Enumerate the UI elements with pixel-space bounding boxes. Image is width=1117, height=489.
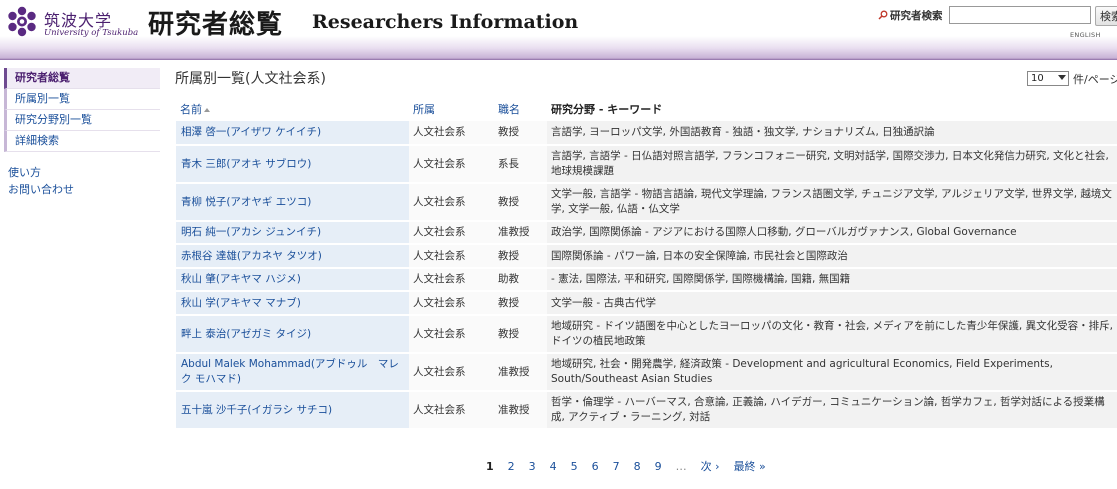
table-row: Abdul Malek Mohammad(アブドゥル マレク モハマド) 人文社会…: [176, 353, 1117, 392]
page-ellipsis: …: [675, 460, 687, 473]
affiliation-cell: 人文社会系: [409, 145, 494, 184]
tsukuba-logo-icon: [8, 6, 36, 37]
affiliation-cell: 人文社会系: [409, 121, 494, 146]
site-title-en: Researchers Information: [312, 11, 579, 33]
position-cell: 教授: [494, 291, 547, 316]
table-row: 秋山 肇(アキヤマ ハジメ) 人文社会系 助教 - 憲法, 国際法, 平和研究, 国際…: [176, 268, 1117, 292]
table-row: 五十嵐 沙千子(イガラシ サチコ) 人文社会系 准教授 哲学・倫理学 - ハーバーマス…: [176, 391, 1117, 430]
researcher-name-link[interactable]: 畔上 泰治(アゼガミ タイジ): [176, 315, 409, 354]
affiliation-cell: 人文社会系: [409, 291, 494, 316]
next-page-link[interactable]: 次 ›: [701, 458, 720, 474]
column-header-keywords: 研究分野 - キーワード: [551, 103, 663, 116]
affiliation-cell: 人文社会系: [409, 244, 494, 269]
keywords-cell: 言語学, 言語学 - 日仏語対照言語学, フランコフォニー研究, 文明対話学, …: [547, 145, 1117, 184]
table-row: 明石 純一(アカシ ジュンイチ) 人文社会系 准教授 政治学, 国際関係論 - アジア…: [176, 221, 1117, 245]
sidebar-item-by-field[interactable]: 研究分野別一覧: [4, 110, 160, 131]
page-current: 1: [486, 460, 494, 473]
per-page-suffix: 件/ページ: [1073, 73, 1117, 86]
keywords-cell: 文学一般 - 古典古代学: [547, 291, 1117, 316]
researchers-table: 名前 所属 職名 研究分野 - キーワード 相澤 啓一(アイザワ ケイイチ) 人文…: [176, 97, 1117, 430]
table-row: 青木 三郎(アオキ サブロウ) 人文社会系 系長 言語学, 言語学 - 日仏語対照言語…: [176, 145, 1117, 184]
affiliation-cell: 人文社会系: [409, 353, 494, 392]
position-cell: 准教授: [494, 391, 547, 430]
keywords-cell: 哲学・倫理学 - ハーバーマス, 合意論, 正義論, ハイデガー, コミュニケー…: [547, 391, 1117, 430]
position-cell: 教授: [494, 315, 547, 354]
column-header-affiliation[interactable]: 所属: [409, 97, 494, 121]
affiliation-cell: 人文社会系: [409, 268, 494, 292]
page-link[interactable]: 8: [634, 460, 641, 473]
researcher-name-link[interactable]: 相澤 啓一(アイザワ ケイイチ): [176, 121, 409, 146]
affiliation-cell: 人文社会系: [409, 183, 494, 222]
search-input[interactable]: [949, 6, 1091, 24]
header-bar: 筑波大学 University of Tsukuba 研究者総覧 Researc…: [0, 0, 1117, 60]
page-link[interactable]: 6: [592, 460, 599, 473]
pagination: 1 2 3 4 5 6 7 8 9 … 次 › 最終 »: [486, 458, 780, 474]
position-cell: 教授: [494, 244, 547, 269]
university-logo[interactable]: 筑波大学 University of Tsukuba: [4, 4, 138, 40]
sidebar: 研究者総覧 所属別一覧 研究分野別一覧 詳細検索 使い方 お問い合わせ: [4, 68, 160, 198]
page-link[interactable]: 4: [550, 460, 557, 473]
position-cell: 教授: [494, 121, 547, 146]
researcher-name-link[interactable]: 明石 純一(アカシ ジュンイチ): [176, 221, 409, 245]
researcher-name-link[interactable]: Abdul Malek Mohammad(アブドゥル マレク モハマド): [176, 353, 409, 392]
keywords-cell: 言語学, ヨーロッパ文学, 外国語教育 - 独語・独文学, ナショナリズム, 日…: [547, 121, 1117, 146]
per-page-value: 10: [1031, 73, 1044, 84]
sidebar-item-advanced-search[interactable]: 詳細検索: [4, 131, 160, 152]
sidebar-link-contact[interactable]: お問い合わせ: [4, 181, 160, 198]
per-page-select[interactable]: 10: [1027, 71, 1069, 86]
page-link[interactable]: 9: [655, 460, 662, 473]
researcher-name-link[interactable]: 青木 三郎(アオキ サブロウ): [176, 145, 409, 184]
search-icon: [878, 10, 888, 20]
page-link[interactable]: 2: [508, 460, 515, 473]
researcher-name-link[interactable]: 青柳 悦子(アオヤギ エツコ): [176, 183, 409, 222]
affiliation-cell: 人文社会系: [409, 315, 494, 354]
position-cell: 教授: [494, 183, 547, 222]
sidebar-link-how-to-use[interactable]: 使い方: [4, 164, 160, 181]
sort-asc-icon: [204, 108, 210, 112]
english-link[interactable]: ENGLISH: [1070, 31, 1101, 39]
last-page-link[interactable]: 最終 »: [734, 458, 766, 474]
site-title-jp: 研究者総覧: [148, 10, 284, 40]
position-cell: 准教授: [494, 353, 547, 392]
researcher-name-link[interactable]: 秋山 学(アキヤマ マナブ): [176, 291, 409, 316]
search-button[interactable]: 検索: [1095, 6, 1117, 26]
table-row: 赤根谷 達雄(アカネヤ タツオ) 人文社会系 教授 国際関係論 - パワー論, 日本の…: [176, 244, 1117, 269]
sidebar-item-by-affiliation[interactable]: 所属別一覧: [4, 89, 160, 110]
column-header-position[interactable]: 職名: [494, 97, 547, 121]
table-row: 相澤 啓一(アイザワ ケイイチ) 人文社会系 教授 言語学, ヨーロッパ文学, 外国語…: [176, 121, 1117, 146]
table-header-row: 名前 所属 職名 研究分野 - キーワード: [176, 97, 1117, 121]
position-cell: 助教: [494, 268, 547, 292]
researcher-name-link[interactable]: 秋山 肇(アキヤマ ハジメ): [176, 268, 409, 292]
table-row: 青柳 悦子(アオヤギ エツコ) 人文社会系 教授 文学一般, 言語学 - 物語言語論,…: [176, 183, 1117, 222]
researcher-name-link[interactable]: 赤根谷 達雄(アカネヤ タツオ): [176, 244, 409, 269]
keywords-cell: 国際関係論 - パワー論, 日本の安全保障論, 市民社会と国際政治: [547, 244, 1117, 269]
table-row: 畔上 泰治(アゼガミ タイジ) 人文社会系 教授 地域研究 - ドイツ語圏を中心とした…: [176, 315, 1117, 354]
sidebar-item-researchers-overview[interactable]: 研究者総覧: [4, 68, 160, 89]
keywords-cell: 地域研究 - ドイツ語圏を中心としたヨーロッパの文化・教育・社会, メディアを前…: [547, 315, 1117, 354]
search-label: 研究者検索: [890, 10, 943, 22]
keywords-cell: - 憲法, 国際法, 平和研究, 国際関係学, 国際機構論, 国籍, 無国籍: [547, 268, 1117, 292]
affiliation-cell: 人文社会系: [409, 391, 494, 430]
logo-text-en: University of Tsukuba: [44, 28, 139, 38]
keywords-cell: 文学一般, 言語学 - 物語言語論, 現代文学理論, フランス語圏文学, チュニ…: [547, 183, 1117, 222]
keywords-cell: 政治学, 国際関係論 - アジアにおける国際人口移動, グローバルガヴァナンス,…: [547, 221, 1117, 245]
position-cell: 准教授: [494, 221, 547, 245]
page-link[interactable]: 3: [529, 460, 536, 473]
page-link[interactable]: 5: [571, 460, 578, 473]
chevron-down-icon: [1058, 75, 1066, 80]
keywords-cell: 地域研究, 社会・開発農学, 経済政策 - Development and ag…: [547, 353, 1117, 392]
page-title: 所属別一覧(人文社会系): [175, 71, 326, 87]
researchers-table-body: 相澤 啓一(アイザワ ケイイチ) 人文社会系 教授 言語学, ヨーロッパ文学, 外国語…: [176, 121, 1117, 430]
affiliation-cell: 人文社会系: [409, 221, 494, 245]
position-cell: 系長: [494, 145, 547, 184]
table-row: 秋山 学(アキヤマ マナブ) 人文社会系 教授 文学一般 - 古典古代学: [176, 291, 1117, 316]
researcher-name-link[interactable]: 五十嵐 沙千子(イガラシ サチコ): [176, 391, 409, 430]
page-link[interactable]: 7: [613, 460, 620, 473]
column-header-name[interactable]: 名前: [176, 97, 409, 121]
